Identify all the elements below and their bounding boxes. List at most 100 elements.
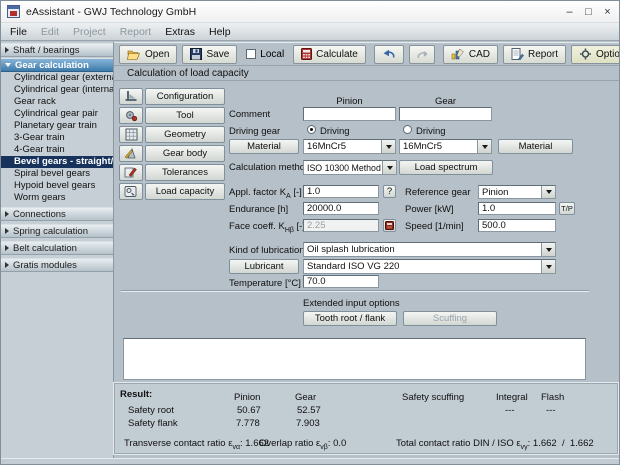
- sidebar-group-connections[interactable]: Connections: [1, 207, 113, 221]
- calculate-button[interactable]: Calculate: [293, 44, 366, 64]
- minimize-button[interactable]: –: [560, 1, 579, 22]
- sidebar-item-3-gear-train[interactable]: 3-Gear train: [1, 132, 113, 144]
- lubrication-dropdown[interactable]: Oil splash lubrication: [303, 242, 556, 257]
- menu-extras[interactable]: Extras: [158, 26, 202, 38]
- load-capacity-icon: [124, 186, 137, 197]
- calc-method-dropdown[interactable]: ISO 10300 Method B1: [303, 160, 397, 175]
- driving-gear-option-label: Driving: [416, 126, 446, 137]
- material-pinion-dropdown[interactable]: 16MnCr5: [303, 139, 396, 154]
- result-title: Result:: [120, 389, 153, 400]
- sidebar-item-cylindrical-gear-internal[interactable]: Cylindrical gear (internal): [1, 84, 113, 96]
- dropdown-arrow-button[interactable]: [541, 243, 555, 256]
- reference-gear-dropdown[interactable]: Pinion: [478, 185, 556, 199]
- configuration-button[interactable]: Configuration: [145, 88, 225, 105]
- undo-button[interactable]: [373, 44, 404, 64]
- driving-pinion-radio[interactable]: [307, 125, 316, 134]
- undo-arrow-icon: [383, 49, 395, 58]
- sidebar-item-planetary-gear-train[interactable]: Planetary gear train: [1, 120, 113, 132]
- sidebar-item-cylindrical-gear-external[interactable]: Cylindrical gear (external): [1, 72, 113, 84]
- gear-icon: [580, 48, 592, 60]
- cad-button[interactable]: CAD: [442, 44, 498, 64]
- appl-factor-input[interactable]: [303, 185, 379, 198]
- tolerances-icon: [124, 167, 137, 178]
- temperature-label: Temperature [°C]: [229, 278, 301, 289]
- sidebar-item-4-gear-train[interactable]: 4-Gear train: [1, 144, 113, 156]
- dropdown-arrow-button[interactable]: [541, 260, 555, 273]
- configuration-icon-button[interactable]: [119, 88, 143, 105]
- comment-gear-input[interactable]: [399, 107, 492, 121]
- titlebar: eAssistant - GWJ Technology GmbH – □ ×: [1, 1, 619, 23]
- appl-factor-help-button[interactable]: ?: [383, 185, 396, 198]
- comment-pinion-input[interactable]: [303, 107, 396, 121]
- scuffing-button: Scuffing: [403, 311, 497, 326]
- sidebar: Shaft / bearings Gear calculation Cylind…: [1, 42, 114, 464]
- save-button[interactable]: Save: [182, 44, 238, 64]
- driving-pinion-label: Driving: [320, 126, 350, 137]
- driving-gear-radio[interactable]: [403, 125, 412, 134]
- temperature-input[interactable]: [303, 275, 379, 288]
- sidebar-group-gear-calculation[interactable]: Gear calculation: [1, 58, 113, 72]
- sidebar-group-gratis-modules[interactable]: Gratis modules: [1, 258, 113, 272]
- load-spectrum-button[interactable]: Load spectrum: [399, 160, 493, 175]
- lubricant-dropdown[interactable]: Standard ISO VG 220: [303, 259, 556, 274]
- sidebar-item-worm-gears[interactable]: Worm gears: [1, 192, 113, 204]
- sidebar-item-gear-rack[interactable]: Gear rack: [1, 96, 113, 108]
- sidebar-group-shaft-bearings[interactable]: Shaft / bearings: [1, 43, 113, 57]
- face-coeff-lock-button[interactable]: [383, 219, 396, 232]
- options-button[interactable]: Options: [571, 44, 619, 64]
- chevron-right-icon: [5, 245, 9, 251]
- load-capacity-button[interactable]: Load capacity: [145, 183, 225, 200]
- extended-options-label: Extended input options: [303, 298, 400, 309]
- gear-body-button[interactable]: Gear body: [145, 145, 225, 162]
- safety-root-label: Safety root: [128, 405, 174, 416]
- endurance-input[interactable]: [303, 202, 379, 215]
- sidebar-item-hypoid-bevel-gears[interactable]: Hypoid bevel gears: [1, 180, 113, 192]
- sidebar-item-bevel-gears[interactable]: Bevel gears - straight/heli...: [1, 156, 113, 168]
- tool-icon-button[interactable]: [119, 107, 143, 124]
- load-capacity-icon-button[interactable]: [119, 183, 143, 200]
- chevron-down-icon: [386, 165, 393, 170]
- diskette-icon: [190, 48, 203, 60]
- sidebar-item-spiral-bevel-gears[interactable]: Spiral bevel gears: [1, 168, 113, 180]
- close-button[interactable]: ×: [598, 1, 617, 22]
- geometry-button[interactable]: Geometry: [145, 126, 225, 143]
- result-col-scuffing: Safety scuffing: [402, 392, 465, 403]
- tooth-root-flank-button[interactable]: Tooth root / flank: [303, 311, 397, 326]
- dropdown-arrow-button[interactable]: [382, 161, 396, 174]
- module-load-capacity: Load capacity: [119, 183, 225, 200]
- menu-file[interactable]: File: [3, 26, 34, 38]
- material-gear-dropdown[interactable]: 16MnCr5: [399, 139, 492, 154]
- tolerances-icon-button[interactable]: [119, 164, 143, 181]
- endurance-label: Endurance [h]: [229, 204, 289, 215]
- report-button[interactable]: Report: [503, 44, 567, 64]
- maximize-button[interactable]: □: [579, 1, 598, 22]
- material-pinion-button[interactable]: Material: [229, 139, 299, 154]
- dropdown-arrow-button[interactable]: [381, 140, 395, 153]
- chevron-down-icon: [545, 190, 552, 194]
- torque-power-toggle-button[interactable]: T/P: [559, 202, 575, 215]
- power-input[interactable]: [478, 202, 556, 215]
- menu-help[interactable]: Help: [202, 26, 238, 38]
- lubricant-button[interactable]: Lubricant: [229, 259, 299, 274]
- lubrication-label: Kind of lubrication: [229, 245, 305, 256]
- dropdown-arrow-button[interactable]: [477, 140, 491, 153]
- gear-body-icon-button[interactable]: [119, 145, 143, 162]
- local-label: Local: [260, 48, 285, 60]
- local-checkbox-group: Local: [246, 49, 284, 60]
- speed-input[interactable]: [478, 219, 556, 232]
- speed-label: Speed [1/min]: [405, 221, 464, 232]
- sidebar-item-cylindrical-gear-pair[interactable]: Cylindrical gear pair: [1, 108, 113, 120]
- tool-button[interactable]: Tool: [145, 107, 225, 124]
- sidebar-group-belt-calculation[interactable]: Belt calculation: [1, 241, 113, 255]
- local-checkbox[interactable]: [246, 49, 257, 59]
- tool-icon: [126, 111, 138, 122]
- geometry-icon-button[interactable]: [119, 126, 143, 143]
- tolerances-button[interactable]: Tolerances: [145, 164, 225, 181]
- open-button[interactable]: Open: [119, 44, 178, 64]
- sidebar-group-spring-calculation[interactable]: Spring calculation: [1, 224, 113, 238]
- redo-arrow-icon: [417, 50, 427, 58]
- overlap-ratio: Overlap ratio εvβ: 0.0: [259, 438, 347, 451]
- dropdown-arrow-button[interactable]: [541, 186, 555, 198]
- total-contact-ratio: Total contact ratio DIN / ISO εvγ: 1.662…: [396, 438, 594, 451]
- material-gear-button[interactable]: Material: [498, 139, 573, 154]
